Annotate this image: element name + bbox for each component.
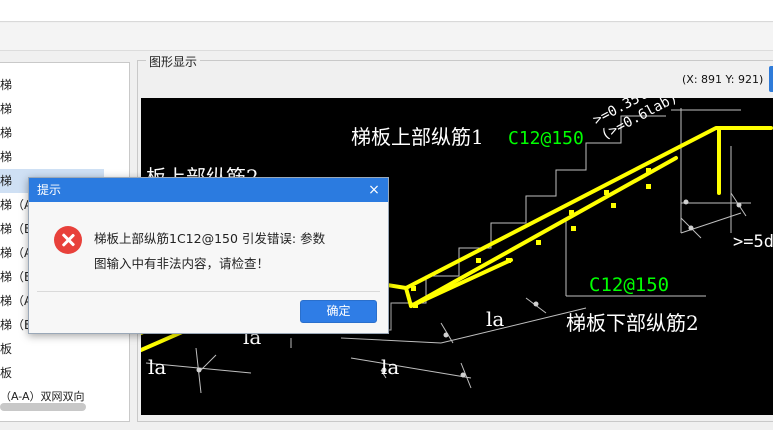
- dialog-title: 提示: [37, 183, 62, 197]
- top-rebar-spec: C12@150: [508, 128, 584, 149]
- error-icon: [54, 226, 82, 254]
- top-bar: [0, 0, 773, 22]
- side-button[interactable]: [769, 66, 773, 92]
- tree-item[interactable]: 梯: [0, 121, 129, 145]
- tree-horizontal-scrollbar[interactable]: [0, 403, 86, 411]
- tree-item[interactable]: 板: [0, 337, 129, 361]
- error-dialog: 提示 × 梯板上部纵筋1C12@150 引发错误: 参数 图输入中有非法内容，请…: [28, 177, 389, 334]
- la-label: la: [381, 355, 399, 379]
- tree-item[interactable]: 梯: [0, 97, 129, 121]
- coordinate-readout: (X: 891 Y: 921): [682, 73, 764, 86]
- bottom-rebar-label: 梯板下部纵筋2: [566, 311, 699, 335]
- close-icon[interactable]: ×: [366, 178, 382, 202]
- tree-item[interactable]: 梯: [0, 73, 129, 97]
- app-window: 梯 梯 梯 梯 梯 梯（A- 梯（B- 梯（A- 梯（B- 梯（A- 梯（B- …: [0, 0, 773, 430]
- dialog-separator: [37, 291, 380, 292]
- ok-button[interactable]: 确定: [300, 300, 377, 323]
- bottom-rebar-spec: C12@150: [589, 274, 669, 296]
- top-rebar-label: 梯板上部纵筋1: [351, 125, 484, 149]
- toolbar: [0, 23, 773, 51]
- tree-item[interactable]: 板: [0, 361, 129, 385]
- tree-item[interactable]: 梯: [0, 145, 129, 169]
- right-anchor-label: >=5d: [733, 232, 773, 252]
- error-message-line1: 梯板上部纵筋1C12@150 引发错误: 参数: [94, 231, 326, 246]
- dialog-titlebar[interactable]: 提示: [29, 178, 388, 202]
- graphics-group-title: 图形显示: [146, 53, 201, 70]
- error-message-line2: 图输入中有非法内容，请检查！: [94, 256, 270, 271]
- la-label: la: [148, 355, 166, 379]
- la-label: la: [486, 307, 504, 331]
